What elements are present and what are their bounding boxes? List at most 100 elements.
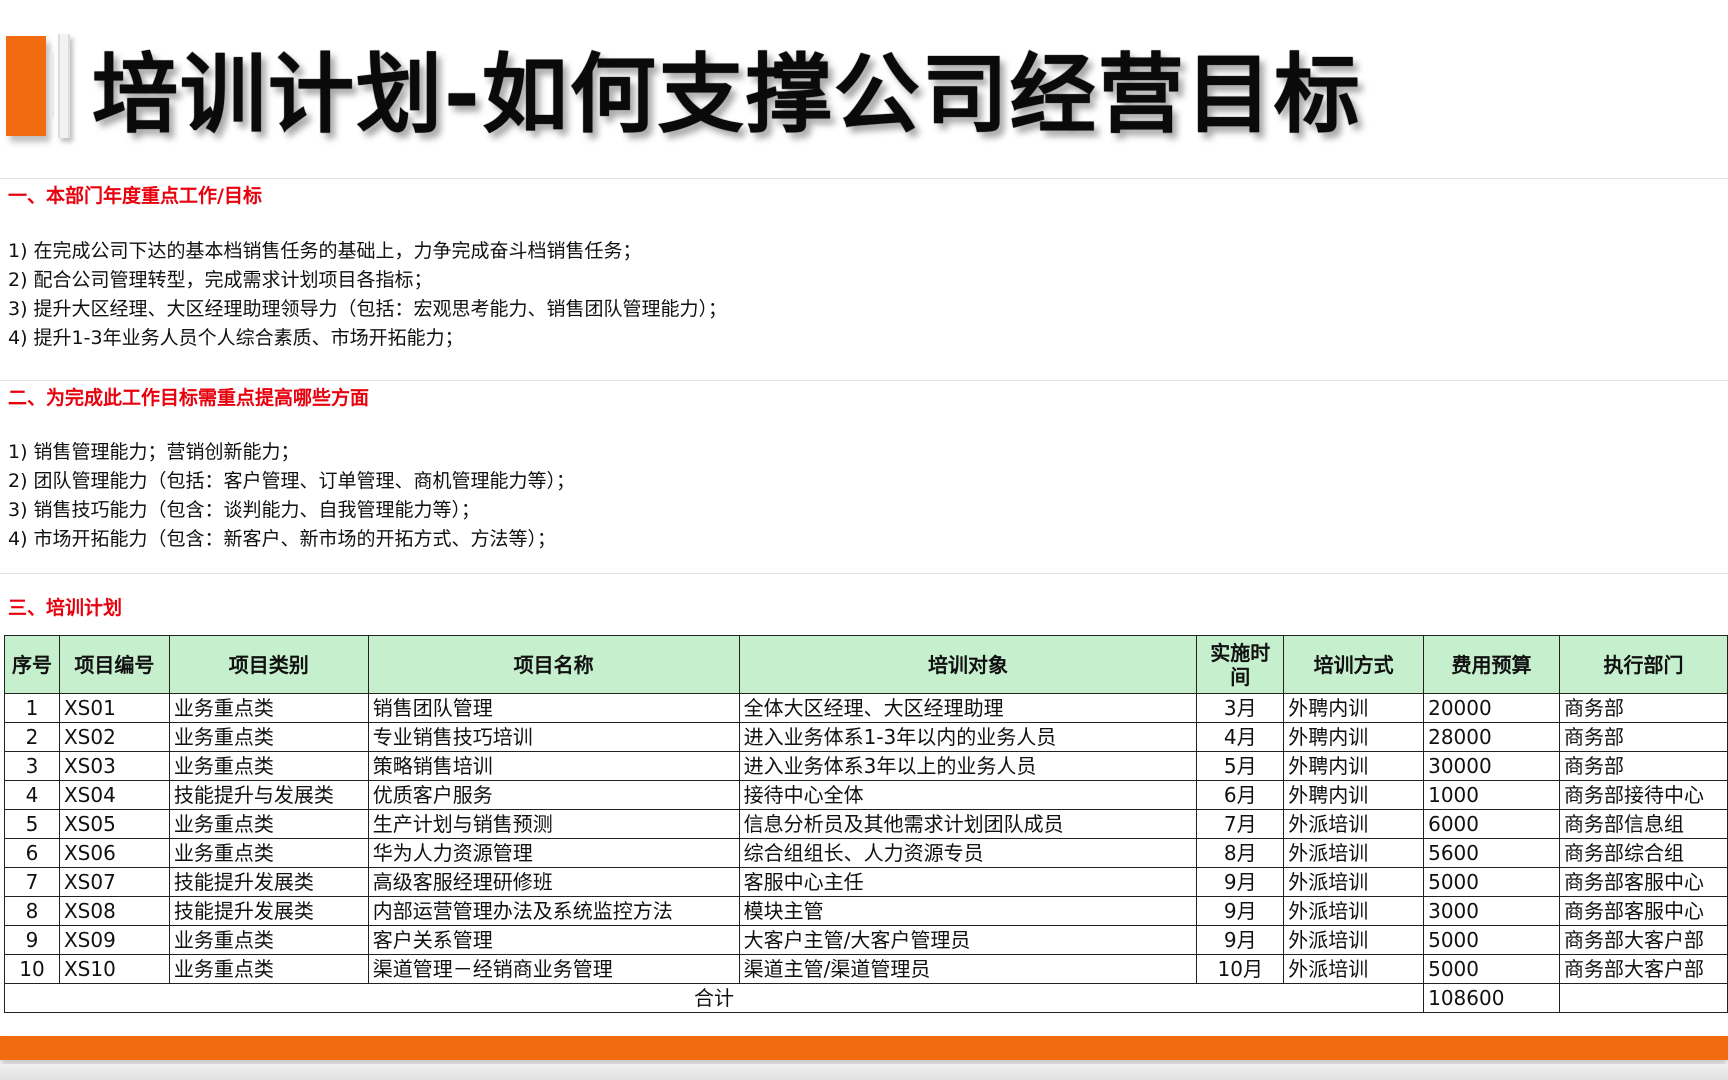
table-cell: 5000 xyxy=(1423,925,1560,955)
table-cell: 商务部 xyxy=(1558,722,1728,752)
section-heading-plan: 三、培训计划 xyxy=(8,597,123,619)
table-header-row: 序号 项目编号 项目类别 项目名称 培训对象 实施时间 培训方式 费用预算 执行… xyxy=(4,635,1728,694)
list-item: 1) 在完成公司下达的基本档销售任务的基础上，力争完成奋斗档销售任务； xyxy=(8,240,642,262)
table-cell: XS03 xyxy=(58,751,170,781)
table-row: 8 XS08 技能提升发展类 内部运营管理办法及系统监控方法 模块主管 9月 外派培训 300… xyxy=(4,896,1728,926)
table-cell: 专业销售技巧培训 xyxy=(367,722,740,752)
table-cell: 外派培训 xyxy=(1283,954,1425,984)
table-cell: 5600 xyxy=(1423,838,1560,868)
table-row: 6 XS06 业务重点类 华为人力资源管理 综合组组长、人力资源专员 8月 外派培训 5600… xyxy=(4,838,1728,868)
table-cell: 业务重点类 xyxy=(168,954,369,984)
table-cell: 商务部信息组 xyxy=(1558,809,1728,839)
table-row: 1 XS01 业务重点类 销售团队管理 全体大区经理、大区经理助理 3月 外聘内训 2000… xyxy=(4,693,1728,723)
column-header: 序号 xyxy=(4,635,60,694)
table-cell: 技能提升发展类 xyxy=(168,867,369,897)
table-row: 3 XS03 业务重点类 策略销售培训 进入业务体系3年以上的业务人员 5月 外聘内训 300… xyxy=(4,751,1728,781)
table-total-row: 合计 108600 xyxy=(3,983,1728,1013)
table-cell: 28000 xyxy=(1423,722,1560,752)
table-cell: 外聘内训 xyxy=(1283,722,1425,752)
divider xyxy=(0,573,1728,574)
list-item: 3) 销售技巧能力（包含：谈判能力、自我管理能力等）； xyxy=(8,499,481,521)
table-row: 9 XS09 业务重点类 客户关系管理 大客户主管/大客户管理员 9月 外派培训 5000 商务… xyxy=(4,925,1728,955)
list-item: 4) 市场开拓能力（包含：新客户、新市场的开拓方式、方法等）； xyxy=(8,528,557,550)
table-row: 7 XS07 技能提升发展类 高级客服经理研修班 客服中心主任 9月 外派培训 5000 商务部… xyxy=(4,867,1728,897)
table-cell: 业务重点类 xyxy=(168,925,369,955)
table-cell: 策略销售培训 xyxy=(367,751,740,781)
table-cell: 商务部 xyxy=(1558,751,1728,781)
list-item: 4) 提升1-3年业务人员个人综合素质、市场开拓能力； xyxy=(8,327,464,349)
table-cell: XS08 xyxy=(58,896,170,926)
table-cell: XS04 xyxy=(58,780,170,810)
table-body: 1 XS01 业务重点类 销售团队管理 全体大区经理、大区经理助理 3月 外聘内训 2000… xyxy=(3,693,1728,1013)
table-cell: 商务部接待中心 xyxy=(1558,780,1728,810)
table-cell: 外派培训 xyxy=(1283,925,1425,955)
accent-bar xyxy=(6,36,46,136)
column-header: 培训对象 xyxy=(738,635,1198,694)
table-cell: XS09 xyxy=(58,925,170,955)
footer-bar xyxy=(0,1036,1728,1060)
table-cell: 7月 xyxy=(1196,809,1285,839)
table-cell: 大客户主管/大客户管理员 xyxy=(738,925,1198,955)
table-row: 10 XS10 业务重点类 渠道管理－经销商业务管理 渠道主管/渠道管理员 10月 外派培训… xyxy=(4,954,1728,984)
table-cell: 2 xyxy=(4,722,60,752)
table-cell: 高级客服经理研修班 xyxy=(367,867,740,897)
table-cell: 客户关系管理 xyxy=(367,925,740,955)
list-item: 2) 团队管理能力（包括：客户管理、订单管理、商机管理能力等）； xyxy=(8,470,576,492)
column-header: 执行部门 xyxy=(1558,635,1728,694)
column-header: 培训方式 xyxy=(1283,635,1425,694)
table-cell: 外派培训 xyxy=(1283,809,1425,839)
table-cell: 信息分析员及其他需求计划团队成员 xyxy=(738,809,1198,839)
table-cell: 4 xyxy=(4,780,60,810)
page-title: 培训计划-如何支撑公司经营目标 xyxy=(92,45,1362,145)
footer-strip xyxy=(0,1064,1728,1080)
table-cell: 生产计划与销售预测 xyxy=(367,809,740,839)
table-cell: 9月 xyxy=(1196,925,1285,955)
table-cell: 优质客户服务 xyxy=(367,780,740,810)
total-value: 108600 xyxy=(1423,983,1560,1013)
table-cell: 业务重点类 xyxy=(168,751,369,781)
table-cell: 20000 xyxy=(1423,693,1560,723)
table-cell: 华为人力资源管理 xyxy=(367,838,740,868)
table-row: 5 XS05 业务重点类 生产计划与销售预测 信息分析员及其他需求计划团队成员 7月 外派培… xyxy=(4,809,1728,839)
table-cell: 商务部大客户部 xyxy=(1558,954,1728,984)
table-cell: 客服中心主任 xyxy=(738,867,1198,897)
table-cell: 4月 xyxy=(1196,722,1285,752)
table-row: 2 XS02 业务重点类 专业销售技巧培训 进入业务体系1-3年以内的业务人员 4月 外聘内… xyxy=(4,722,1728,752)
table-cell: 1000 xyxy=(1423,780,1560,810)
table-cell: 进入业务体系1-3年以内的业务人员 xyxy=(738,722,1198,752)
table-cell: 外聘内训 xyxy=(1283,780,1425,810)
table-cell: 外派培训 xyxy=(1283,896,1425,926)
table-cell: XS06 xyxy=(58,838,170,868)
table-cell: 业务重点类 xyxy=(168,838,369,868)
table-cell: 30000 xyxy=(1423,751,1560,781)
table-cell: 外派培训 xyxy=(1283,867,1425,897)
table-cell xyxy=(1558,983,1728,1013)
column-header: 实施时间 xyxy=(1196,635,1285,694)
table-cell: 6000 xyxy=(1423,809,1560,839)
table-cell: 5 xyxy=(4,809,60,839)
table-cell: 10 xyxy=(4,954,60,984)
list-item: 2) 配合公司管理转型，完成需求计划项目各指标； xyxy=(8,269,433,291)
table-cell: 渠道主管/渠道管理员 xyxy=(738,954,1198,984)
table-cell: 6月 xyxy=(1196,780,1285,810)
table-cell: 渠道管理－经销商业务管理 xyxy=(367,954,740,984)
table-cell: 商务部 xyxy=(1558,693,1728,723)
divider xyxy=(0,380,1728,381)
table-cell: 商务部综合组 xyxy=(1558,838,1728,868)
page-header: 培训计划-如何支撑公司经营目标 xyxy=(0,0,1728,175)
table-cell: 商务部客服中心 xyxy=(1558,896,1728,926)
table-cell: 5000 xyxy=(1423,954,1560,984)
section-heading-goals: 一、本部门年度重点工作/目标 xyxy=(8,185,262,207)
column-header: 项目类别 xyxy=(168,635,369,694)
table-cell: 8 xyxy=(4,896,60,926)
table-cell: 综合组组长、人力资源专员 xyxy=(738,838,1198,868)
table-cell: 10月 xyxy=(1196,954,1285,984)
section-heading-improvements: 二、为完成此工作目标需重点提高哪些方面 xyxy=(8,387,370,409)
table-cell: 外派培训 xyxy=(1283,838,1425,868)
table-cell: 业务重点类 xyxy=(168,809,369,839)
table-cell: 商务部客服中心 xyxy=(1558,867,1728,897)
table-cell: 商务部大客户部 xyxy=(1558,925,1728,955)
training-plan-table: 序号 项目编号 项目类别 项目名称 培训对象 实施时间 培训方式 费用预算 执行… xyxy=(3,635,1728,1013)
table-cell: 业务重点类 xyxy=(168,693,369,723)
table-cell: 3 xyxy=(4,751,60,781)
